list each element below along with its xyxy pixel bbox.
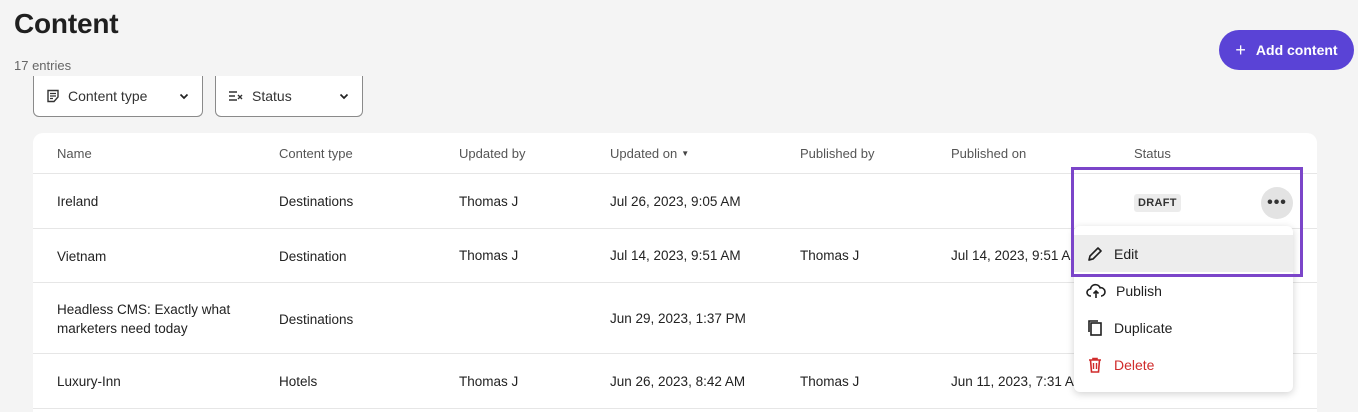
cell-updated-by: Thomas J <box>459 194 519 209</box>
cell-name: Vietnam <box>57 249 107 264</box>
cell-name: Luxury-Inn <box>57 374 121 389</box>
chevron-down-icon <box>178 90 190 102</box>
cell-content-type: Destinations <box>279 194 354 209</box>
column-header-published-on[interactable]: Published on <box>951 146 1026 161</box>
cell-updated-on: Jun 29, 2023, 1:37 PM <box>610 311 746 326</box>
page-title: Content <box>14 8 119 39</box>
pencil-icon <box>1086 245 1104 263</box>
cell-updated-by: Thomas J <box>459 248 519 263</box>
copy-icon <box>1086 319 1104 337</box>
column-header-name[interactable]: Name <box>57 146 92 161</box>
more-actions-button[interactable]: ••• <box>1261 187 1293 219</box>
cell-updated-by: Thomas J <box>459 374 519 389</box>
menu-item-publish-label: Publish <box>1116 282 1162 299</box>
status-filter-label: Status <box>252 88 292 104</box>
column-header-published-by[interactable]: Published by <box>800 146 874 161</box>
cell-content-type: Destinations <box>279 312 354 327</box>
cell-published-by: Thomas J <box>800 374 860 389</box>
chevron-down-icon <box>338 90 350 102</box>
cell-name: Ireland <box>57 194 99 209</box>
divider <box>33 173 1317 174</box>
cell-updated-on: Jun 26, 2023, 8:42 AM <box>610 374 746 389</box>
status-filter[interactable]: Status <box>215 76 363 117</box>
column-header-updated-on-label: Updated on <box>610 146 678 161</box>
cell-content-type: Hotels <box>279 374 318 389</box>
menu-item-edit-label: Edit <box>1114 245 1139 262</box>
cell-published-by: Thomas J <box>800 248 860 263</box>
menu-item-edit[interactable]: Edit <box>1074 235 1293 272</box>
divider <box>33 408 1317 409</box>
menu-item-delete[interactable]: Delete <box>1074 346 1293 383</box>
cell-updated-on: Jul 14, 2023, 9:51 AM <box>610 248 741 263</box>
cell-updated-on: Jul 26, 2023, 9:05 AM <box>610 194 741 209</box>
filter-status-icon <box>228 89 244 103</box>
row-actions-menu: Edit Publish Duplicate Delete <box>1074 226 1293 392</box>
column-header-updated-by[interactable]: Updated by <box>459 146 526 161</box>
menu-item-duplicate[interactable]: Duplicate <box>1074 309 1293 346</box>
content-type-filter-label: Content type <box>68 88 148 104</box>
add-content-button[interactable]: + Add content <box>1219 30 1354 70</box>
column-header-content-type[interactable]: Content type <box>279 146 353 161</box>
trash-icon <box>1086 356 1104 374</box>
more-horizontal-icon: ••• <box>1267 194 1287 211</box>
add-content-label: Add content <box>1255 42 1338 58</box>
column-header-updated-on[interactable]: Updated on ▼ <box>610 146 689 161</box>
document-icon <box>46 89 60 103</box>
cell-published-on: Jun 11, 2023, 7:31 A <box>951 374 1074 389</box>
sort-descending-icon: ▼ <box>681 149 690 158</box>
cloud-upload-icon <box>1086 282 1106 300</box>
status-badge: DRAFT <box>1134 194 1181 212</box>
plus-icon: + <box>1235 40 1246 60</box>
cell-name: Headless CMS: Exactly what marketers nee… <box>57 302 231 336</box>
entry-count: 17 entries <box>14 58 72 73</box>
cell-published-on: Jul 14, 2023, 9:51 A <box>951 248 1071 263</box>
content-type-filter[interactable]: Content type <box>33 76 203 117</box>
menu-item-duplicate-label: Duplicate <box>1114 319 1173 336</box>
menu-item-delete-label: Delete <box>1114 356 1155 373</box>
cell-content-type: Destination <box>279 249 347 264</box>
column-header-status[interactable]: Status <box>1134 146 1171 161</box>
menu-item-publish[interactable]: Publish <box>1074 272 1293 309</box>
